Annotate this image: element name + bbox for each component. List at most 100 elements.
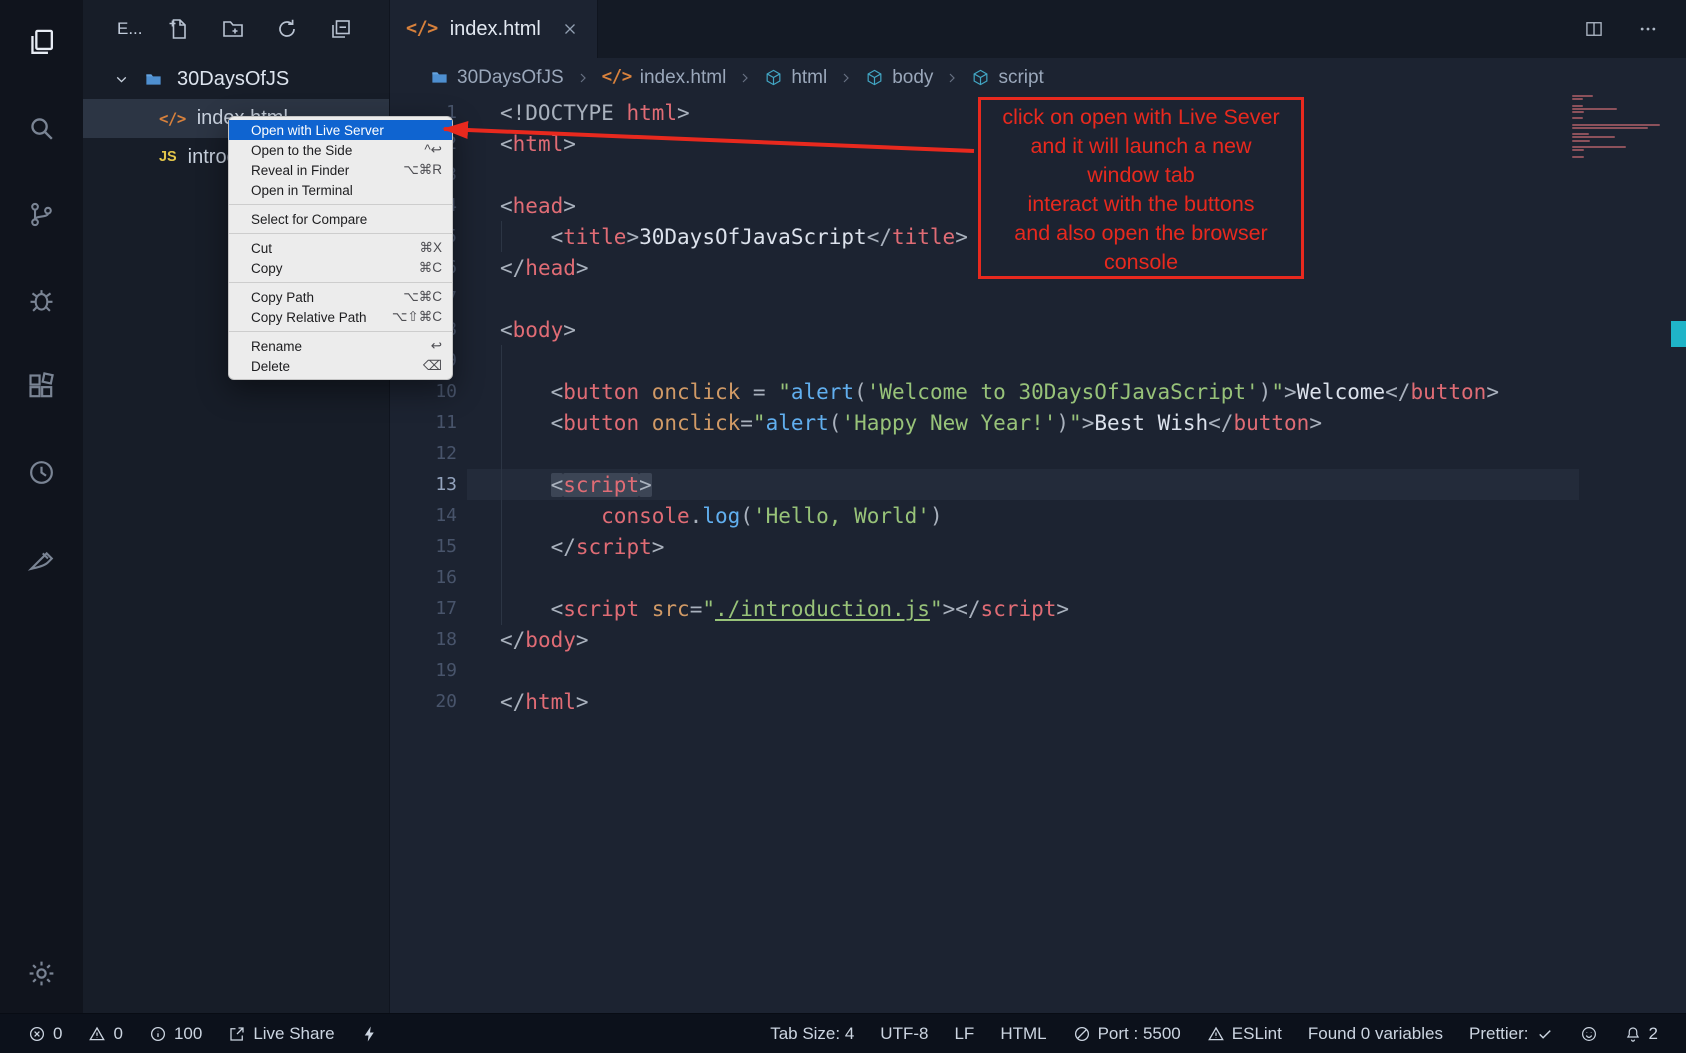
code-line[interactable]: 15 </script> [390, 531, 1686, 562]
new-folder-icon[interactable] [221, 17, 245, 41]
new-file-icon[interactable] [167, 17, 191, 41]
status-encoding[interactable]: UTF-8 [880, 1024, 928, 1044]
minimap-line [1572, 127, 1648, 129]
code-text: <script src="./introduction.js"></script… [500, 597, 1069, 621]
menu-item-label: Delete [251, 359, 290, 374]
breadcrumb-30daysofjs[interactable]: 30DaysOfJS [430, 67, 564, 89]
code-line[interactable]: 19 [390, 655, 1686, 686]
folder-row-30daysofjs[interactable]: 30DaysOfJS [83, 60, 389, 99]
activity-settings-gear-icon[interactable] [24, 955, 60, 991]
status-prettier[interactable]: Prettier: [1469, 1024, 1554, 1044]
context-menu-item-copy-path[interactable]: Copy Path⌥⌘C [229, 287, 452, 307]
line-number[interactable]: 18 [390, 629, 457, 650]
status-notifications[interactable]: 2 [1624, 1024, 1658, 1044]
code-line[interactable]: 10 <button onclick = "alert('Welcome to … [390, 376, 1686, 407]
line-number[interactable]: 13 [390, 474, 457, 495]
context-menu-item-delete[interactable]: Delete⌫ [229, 356, 452, 376]
code-line[interactable]: 16 [390, 562, 1686, 593]
code-line[interactable]: 18</body> [390, 624, 1686, 655]
collapse-folders-icon[interactable] [329, 17, 353, 41]
code-line[interactable]: 20 </html> [390, 686, 1686, 717]
menu-item-shortcut: ⌥⌘C [403, 289, 442, 305]
refresh-icon[interactable] [275, 17, 299, 41]
status-problems-warnings[interactable]: 0 [88, 1024, 122, 1044]
line-number[interactable]: 19 [390, 660, 457, 681]
minimap-line [1572, 98, 1583, 100]
code-line[interactable]: 9 [390, 345, 1686, 376]
line-number[interactable]: 11 [390, 412, 457, 433]
tab-index-html[interactable]: </> index.html [390, 0, 598, 58]
status-eslint[interactable]: ESLint [1207, 1024, 1282, 1044]
status-live-share[interactable]: Live Share [228, 1024, 334, 1044]
minimap[interactable] [1572, 95, 1664, 159]
bell-icon [1624, 1025, 1642, 1043]
status-tab-size[interactable]: Tab Size: 4 [770, 1024, 854, 1044]
activity-debug-icon[interactable] [24, 282, 60, 318]
context-menu-item-select-for-compare[interactable]: Select for Compare [229, 209, 452, 229]
more-actions-icon[interactable] [1638, 19, 1658, 39]
annotation-text: and also open the browser [981, 219, 1301, 248]
minimap-line [1572, 117, 1583, 119]
context-menu-item-copy-relative-path[interactable]: Copy Relative Path⌥⇧⌘C [229, 307, 452, 327]
breadcrumb-html[interactable]: html [764, 67, 827, 89]
context-menu-item-reveal-in-finder[interactable]: Reveal in Finder⌥⌘R [229, 160, 452, 180]
symbol-cube-icon [764, 68, 783, 87]
folder-icon [144, 70, 163, 89]
code-line[interactable]: 13 <script> [390, 469, 1686, 500]
status-eol[interactable]: LF [954, 1024, 974, 1044]
code-text: </html> [500, 690, 589, 714]
breadcrumb-label: 30DaysOfJS [457, 67, 564, 89]
activity-clock-icon[interactable] [24, 454, 60, 490]
status-label: LF [954, 1024, 974, 1044]
close-icon[interactable] [561, 20, 579, 38]
status-live-server-port[interactable]: Port : 5500 [1073, 1024, 1181, 1044]
code-line[interactable]: 8<body> [390, 314, 1686, 345]
line-number[interactable]: 10 [390, 381, 457, 402]
breadcrumb-body[interactable]: body [865, 67, 933, 89]
activity-source-control-icon[interactable] [24, 196, 60, 232]
code-line[interactable]: 12 [390, 438, 1686, 469]
status-variables-count[interactable]: Found 0 variables [1308, 1024, 1443, 1044]
annotation-text: console [981, 248, 1301, 277]
chevron-right-icon [737, 70, 753, 86]
code-line[interactable]: 11 <button onclick="alert('Happy New Yea… [390, 407, 1686, 438]
line-number[interactable]: 17 [390, 598, 457, 619]
code-line[interactable]: 14 console.log('Hello, World') [390, 500, 1686, 531]
status-info-count[interactable]: 100 [149, 1024, 202, 1044]
context-menu-item-open-to-the-side[interactable]: Open to the Side^↩ [229, 140, 452, 160]
status-quick-actions[interactable] [361, 1025, 379, 1043]
activity-pen-edit-icon[interactable] [24, 540, 60, 576]
status-language-mode[interactable]: HTML [1000, 1024, 1046, 1044]
context-menu-item-copy[interactable]: Copy⌘C [229, 258, 452, 278]
breadcrumb-index-html[interactable]: </>index.html [602, 67, 727, 89]
line-number[interactable]: 12 [390, 443, 457, 464]
code-line[interactable]: 7 [390, 283, 1686, 314]
code-line[interactable]: 17 <script src="./introduction.js"></scr… [390, 593, 1686, 624]
menu-item-shortcut: ⌘X [419, 240, 442, 256]
minimap-line [1572, 152, 1664, 154]
context-menu-item-open-with-live-server[interactable]: Open with Live Server [229, 120, 452, 140]
context-menu-item-open-in-terminal[interactable]: Open in Terminal [229, 180, 452, 200]
breadcrumb-script[interactable]: script [971, 67, 1043, 89]
menu-item-label: Open with Live Server [251, 123, 384, 138]
status-label: 100 [174, 1024, 202, 1044]
activity-extensions-icon[interactable] [24, 368, 60, 404]
status-problems-errors[interactable]: 0 [28, 1024, 62, 1044]
split-editor-icon[interactable] [1584, 19, 1604, 39]
activity-search-icon[interactable] [24, 110, 60, 146]
code-text: <title>30DaysOfJavaScript</title> [500, 225, 968, 249]
menu-item-label: Open to the Side [251, 143, 352, 158]
settings-gear-icon [26, 958, 57, 989]
explorer-icon [26, 27, 57, 58]
line-number[interactable]: 15 [390, 536, 457, 557]
minimap-line [1572, 143, 1664, 145]
line-number[interactable]: 16 [390, 567, 457, 588]
status-label: 0 [113, 1024, 122, 1044]
context-menu-item-cut[interactable]: Cut⌘X [229, 238, 452, 258]
activity-explorer-icon[interactable] [24, 24, 60, 60]
context-menu-item-rename[interactable]: Rename↩ [229, 336, 452, 356]
line-number[interactable]: 20 [390, 691, 457, 712]
pen-edit-icon [26, 543, 57, 574]
line-number[interactable]: 14 [390, 505, 457, 526]
status-feedback[interactable] [1580, 1025, 1598, 1043]
